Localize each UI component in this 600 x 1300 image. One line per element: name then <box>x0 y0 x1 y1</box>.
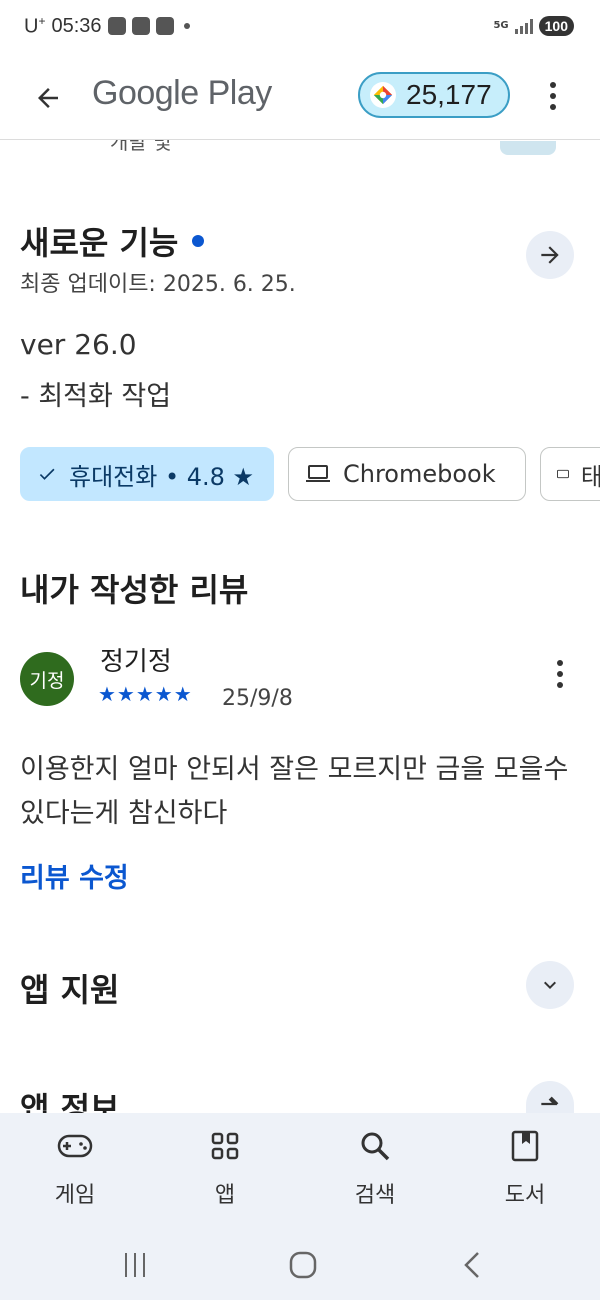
more-vert-icon <box>550 82 556 88</box>
status-right: 5G 100 <box>493 16 574 36</box>
clipped-button[interactable] <box>500 141 556 155</box>
nav-label: 검색 <box>354 1183 396 1208</box>
signal-icon <box>514 18 533 34</box>
home-button[interactable] <box>281 1245 325 1285</box>
reviewer-name: 정기정 <box>100 647 172 677</box>
edit-review-link[interactable]: 리뷰 수정 <box>20 856 129 895</box>
arrow-left-icon <box>38 88 58 108</box>
app-bar: Google Play 25,177 <box>0 56 600 140</box>
version-text: ver 26.0 <box>20 328 137 361</box>
chevron-down-icon <box>544 981 556 989</box>
book-icon <box>507 1129 543 1163</box>
nav-games[interactable]: 게임 <box>0 1113 150 1233</box>
app-title: Google Play <box>92 74 272 112</box>
new-indicator-dot <box>192 235 205 247</box>
gamepad-icon <box>57 1129 93 1163</box>
whats-new-title: 새로운 기능 <box>20 224 179 262</box>
review-more-button[interactable] <box>548 660 572 696</box>
app-info-arrow-button[interactable] <box>526 1081 574 1113</box>
play-points-icon <box>370 82 396 108</box>
nav-apps[interactable]: 앱 <box>150 1113 300 1233</box>
chip-label: 태 <box>581 457 600 492</box>
status-left: U+ 05:36 <box>24 14 190 39</box>
more-vert-icon <box>557 660 563 666</box>
review-date: 25/9/8 <box>222 686 293 711</box>
tablet-icon <box>557 469 569 479</box>
arrow-right-icon <box>541 1096 559 1106</box>
more-notifications-dot-icon <box>183 23 190 30</box>
device-chip-row: 휴대전화 • 4.8 ★ Chromebook 태 <box>20 447 600 501</box>
nav-label: 게임 <box>54 1183 96 1208</box>
back-button[interactable] <box>28 78 68 118</box>
check-icon <box>39 468 55 480</box>
app-support-heading[interactable]: 앱 지원 <box>20 965 119 1011</box>
review-body: 이용한지 얼마 안되서 잘은 모르지만 금을 모을수 있다는게 참신하다 <box>20 754 569 829</box>
network-type: 5G <box>493 20 509 31</box>
bottom-navigation: 게임 앱 검색 도서 <box>0 1113 600 1233</box>
nav-search[interactable]: 검색 <box>300 1113 450 1233</box>
recent-apps-button[interactable] <box>113 1245 157 1285</box>
chip-phone[interactable]: 휴대전화 • 4.8 ★ <box>20 447 274 501</box>
system-back-button[interactable] <box>450 1245 494 1285</box>
battery-indicator: 100 <box>538 16 574 36</box>
search-icon <box>357 1129 393 1163</box>
whats-new-arrow-button[interactable] <box>526 231 574 279</box>
clipped-section-text: 개발 및 <box>110 140 172 154</box>
notification-icons <box>107 17 190 36</box>
release-notes: - 최적화 작업 <box>20 381 172 412</box>
chip-chromebook[interactable]: Chromebook <box>288 447 526 501</box>
alarm-icon <box>131 17 150 36</box>
message-icon <box>107 17 126 36</box>
chip-label: 휴대전화 • 4.8 ★ <box>69 462 255 491</box>
system-navigation-bar <box>0 1233 600 1300</box>
whats-new-heading: 새로운 기능 <box>20 218 205 264</box>
last-updated: 최종 업데이트: 2025. 6. 25. <box>20 272 296 297</box>
my-review-heading: 내가 작성한 리뷰 <box>20 571 249 609</box>
star-rating: ★★★★★ <box>98 682 193 706</box>
carrier: U+ <box>24 14 46 38</box>
apps-grid-icon <box>207 1129 243 1163</box>
laptop-icon <box>306 465 330 482</box>
nav-books[interactable]: 도서 <box>450 1113 600 1233</box>
arrow-right-icon <box>541 246 559 264</box>
play-points-button[interactable]: 25,177 <box>358 72 510 118</box>
home-icon <box>289 1251 317 1279</box>
screenshot-icon <box>155 17 174 36</box>
chip-tablet[interactable]: 태 <box>540 447 600 501</box>
chip-label: Chromebook <box>343 460 496 488</box>
clock: 05:36 <box>51 14 102 37</box>
chevron-left-icon <box>464 1252 479 1278</box>
avatar: 기정 <box>20 652 74 706</box>
status-bar: U+ 05:36 5G 100 <box>0 0 600 56</box>
recent-apps-icon <box>125 1253 145 1277</box>
more-options-button[interactable] <box>540 76 566 116</box>
nav-label: 앱 <box>214 1183 236 1208</box>
points-value: 25,177 <box>406 79 492 110</box>
app-info-heading[interactable]: 앱 정보 <box>20 1084 119 1114</box>
nav-label: 도서 <box>504 1183 546 1208</box>
app-support-expand-button[interactable] <box>526 961 574 1009</box>
